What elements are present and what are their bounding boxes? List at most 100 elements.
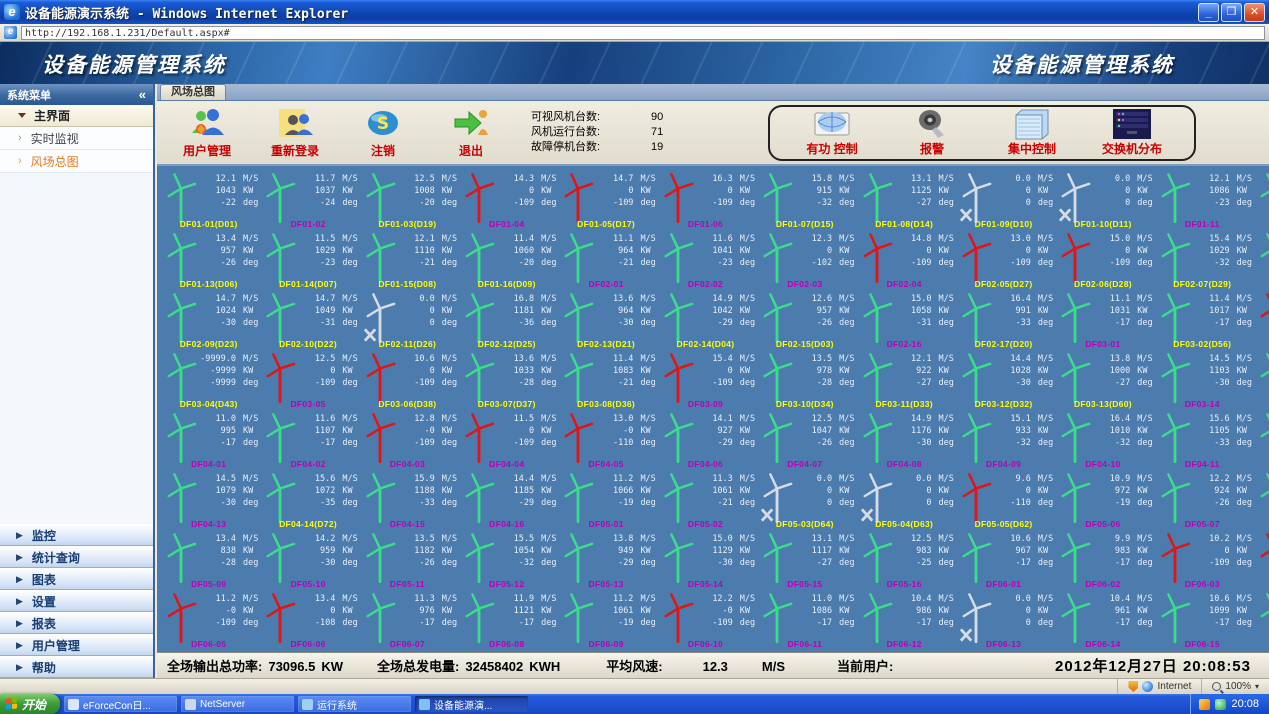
turbine-cell[interactable]: 9.6 M/S 0 KW -110 deg DF05-05(D62): [954, 470, 1053, 530]
sidebar-item-main[interactable]: 主界面: [0, 105, 153, 127]
taskbar-task-button[interactable]: NetServer: [181, 696, 295, 712]
close-button[interactable]: ✕: [1244, 2, 1265, 22]
turbine-cell[interactable]: 12.5 M/S 1008 KW -20 deg DF01-03(D19): [358, 170, 457, 230]
turbine-cell[interactable]: 14.4 M/S 1028 KW -30 deg DF03-12(D32): [954, 350, 1053, 410]
turbine-cell[interactable]: 0.0 M/S 0 KW 0 deg DF05-04(D63): [855, 470, 954, 530]
turbine-cell[interactable]: 11.4 M/S 1083 KW -21 deg DF03-08(D36): [556, 350, 656, 410]
collapse-sidebar-button[interactable]: «: [139, 87, 146, 102]
turbine-cell[interactable]: 15.5 M/S 1054 KW -32 deg DF05-12: [457, 530, 556, 590]
turbine-cell[interactable]: 14.1 M/S 927 KW -29 deg DF04-06: [656, 410, 755, 470]
turbine-cell[interactable]: 14.5 M/S 1079 KW -30 deg DF04-13: [159, 470, 258, 530]
turbine-cell[interactable]: 14.9 M/S 1176 KW -30 deg DF04-08: [855, 410, 954, 470]
turbine-cell[interactable]: 14.7 M/S 0 KW -109 deg DF01-05(D17): [556, 170, 656, 230]
turbine-cell[interactable]: 11.9 M/S 1121 KW -17 deg DF06-08: [457, 590, 556, 650]
url-input[interactable]: http://192.168.1.231/Default.aspx#: [21, 25, 1265, 40]
turbine-cell[interactable]: 12.6 M/S 957 KW -26 deg DF02-15(D03): [755, 290, 855, 350]
zoom-control[interactable]: 100% ▾: [1201, 679, 1269, 694]
start-button[interactable]: 开始: [0, 694, 61, 714]
sidebar-accordion-item[interactable]: ▶ 设置: [0, 590, 153, 612]
turbine-cell[interactable]: 14.1M/S1113KW-29degDF04-12: [1252, 410, 1269, 470]
turbine-cell[interactable]: 15.6 M/S 1105 KW -33 deg DF04-11: [1153, 410, 1252, 470]
turbine-cell[interactable]: 15.0 M/S 1058 KW -31 deg DF02-16: [855, 290, 954, 350]
turbine-cell[interactable]: 15.0 M/S 1129 KW -30 deg DF05-14: [656, 530, 755, 590]
turbine-cell[interactable]: 9.1M/S1023KW-17degDF06-16: [1252, 590, 1269, 650]
turbine-cell[interactable]: 13.1 M/S 1125 KW -27 deg DF01-08(D14): [855, 170, 954, 230]
turbine-cell[interactable]: 16.4 M/S 1010 KW -32 deg DF04-10: [1053, 410, 1153, 470]
sidebar-accordion-item[interactable]: ▶ 用户管理: [0, 634, 153, 656]
turbine-cell[interactable]: 11.4 M/S 1060 KW -20 deg DF01-16(D09): [457, 230, 556, 290]
turbine-cell[interactable]: 16.4 M/S 991 KW -33 deg DF02-17(D20): [954, 290, 1053, 350]
turbine-cell[interactable]: 15.6 M/S 1072 KW -35 deg DF04-14(D72): [258, 470, 358, 530]
turbine-cell[interactable]: 11.7 M/S 1037 KW -24 deg DF01-02: [258, 170, 358, 230]
turbine-cell[interactable]: 10.4 M/S 961 KW -17 deg DF06-14: [1053, 590, 1153, 650]
turbine-cell[interactable]: 12.1 M/S 1110 KW -21 deg DF01-15(D08): [358, 230, 457, 290]
sidebar-accordion-item[interactable]: ▶ 统计查询: [0, 546, 153, 568]
turbine-cell[interactable]: 11.1 M/S 964 KW -21 deg DF02-01: [556, 230, 656, 290]
turbine-cell[interactable]: 9.9 M/S 983 KW -17 deg DF06-02: [1053, 530, 1153, 590]
central-control-button[interactable]: 集中控制: [982, 108, 1082, 157]
logout-sphere-button[interactable]: S 注销: [339, 106, 427, 159]
sidebar-accordion-item[interactable]: ▶ 报表: [0, 612, 153, 634]
turbine-cell[interactable]: 13.8 M/S 949 KW -29 deg DF05-13: [556, 530, 656, 590]
turbine-cell[interactable]: 16.8 M/S 1181 KW -36 deg DF02-12(D25): [457, 290, 556, 350]
turbine-cell[interactable]: 14.5 M/S 1103 KW -30 deg DF03-14: [1153, 350, 1252, 410]
turbine-cell[interactable]: 11.0 M/S 995 KW -17 deg DF04-01: [159, 410, 258, 470]
turbine-cell[interactable]: 13.4 M/S 838 KW -28 deg DF05-09: [159, 530, 258, 590]
turbine-cell[interactable]: 11.2 M/S 1061 KW -19 deg DF06-09: [556, 590, 656, 650]
turbine-cell[interactable]: 12.6M/S944KW-28degDF03-15: [1252, 350, 1269, 410]
turbine-cell[interactable]: 12.5 M/S 1047 KW -26 deg DF04-07: [755, 410, 855, 470]
relogin-users-button[interactable]: 重新登录: [251, 106, 339, 159]
turbine-cell[interactable]: 11.7M/S1KW-109degDF06-04: [1252, 530, 1269, 590]
turbine-cell[interactable]: 13.5 M/S 1182 KW -26 deg DF05-11: [358, 530, 457, 590]
turbine-cell[interactable]: 14.2 M/S 959 KW -30 deg DF05-10: [258, 530, 358, 590]
turbine-cell[interactable]: -9999.0 M/S -9999 KW -9999 deg DF03-04(D43): [159, 350, 258, 410]
turbine-cell[interactable]: 0.0 M/S 0 KW 0 deg DF05-03(D64): [755, 470, 855, 530]
turbine-cell[interactable]: 13.4 M/S 0 KW -108 deg DF06-06: [258, 590, 358, 650]
turbine-cell[interactable]: 11.0 M/S 1086 KW -17 deg DF06-11: [755, 590, 855, 650]
turbine-cell[interactable]: 11.1 M/S 1031 KW -17 deg DF03-01: [1053, 290, 1153, 350]
turbine-cell[interactable]: 12.2 M/S -0 KW -109 deg DF06-10: [656, 590, 755, 650]
taskbar-task-button[interactable]: eForceCon日...: [64, 696, 178, 712]
sidebar-item-realtime-monitor[interactable]: › 实时监视: [0, 127, 153, 150]
turbine-cell[interactable]: 15.1 M/S 933 KW -32 deg DF04-09: [954, 410, 1053, 470]
users-shield-button[interactable]: 用户管理: [163, 106, 251, 159]
maximize-button[interactable]: ❐: [1221, 2, 1242, 22]
turbine-cell[interactable]: 11.9M/S992KW-22degDF01-12(D13): [1252, 170, 1269, 230]
turbine-cell[interactable]: 13.0 M/S 0 KW -109 deg DF02-05(D27): [954, 230, 1053, 290]
taskbar-task-button[interactable]: 设备能源演...: [415, 696, 529, 712]
turbine-cell[interactable]: 13.8 M/S 1000 KW -27 deg DF03-13(D60): [1053, 350, 1153, 410]
turbine-cell[interactable]: 13.4 M/S 957 KW -26 deg DF01-13(D06): [159, 230, 258, 290]
turbine-cell[interactable]: 11.3 M/S 976 KW -17 deg DF06-07: [358, 590, 457, 650]
turbine-cell[interactable]: 0.0 M/S 0 KW 0 deg DF01-10(D11): [1053, 170, 1153, 230]
turbine-cell[interactable]: 0.0 M/S 0 KW 0 deg DF01-09(D10): [954, 170, 1053, 230]
turbine-cell[interactable]: 14.7 M/S 1024 KW -30 deg DF02-09(D23): [159, 290, 258, 350]
turbine-cell[interactable]: 13.6M/S1077KW-26degDF02-08: [1252, 230, 1269, 290]
sidebar-accordion-item[interactable]: ▶ 监控: [0, 524, 153, 546]
switch-rack-button[interactable]: 交换机分布: [1082, 108, 1182, 157]
turbine-cell[interactable]: 15.4 M/S 0 KW -109 deg DF03-09: [656, 350, 755, 410]
sidebar-item-wind-farm-overview[interactable]: › 风场总图: [0, 150, 153, 173]
turbine-cell[interactable]: 12.6M/S0KW-109degDF03-03(D55): [1252, 290, 1269, 350]
turbine-cell[interactable]: 11.5 M/S 1029 KW -23 deg DF01-14(D07): [258, 230, 358, 290]
turbine-cell[interactable]: 12.2M/S1005KW-24degDF05-08: [1252, 470, 1269, 530]
turbine-cell[interactable]: 11.6 M/S 1041 KW -23 deg DF02-02: [656, 230, 755, 290]
turbine-cell[interactable]: 12.3 M/S 0 KW -102 deg DF02-03: [755, 230, 855, 290]
turbine-cell[interactable]: 0.0 M/S 0 KW 0 deg DF06-13: [954, 590, 1053, 650]
turbine-cell[interactable]: 13.1 M/S 1117 KW -27 deg DF05-15: [755, 530, 855, 590]
turbine-cell[interactable]: 14.4 M/S 1185 KW -29 deg DF04-16: [457, 470, 556, 530]
turbine-cell[interactable]: 13.5 M/S 978 KW -28 deg DF03-10(D34): [755, 350, 855, 410]
turbine-cell[interactable]: 12.1 M/S 922 KW -27 deg DF03-11(D33): [855, 350, 954, 410]
turbine-cell[interactable]: 13.0 M/S -0 KW -110 deg DF04-05: [556, 410, 656, 470]
turbine-cell[interactable]: 11.2 M/S 1066 KW -19 deg DF05-01: [556, 470, 656, 530]
turbine-cell[interactable]: 10.6 M/S 967 KW -17 deg DF06-01: [954, 530, 1053, 590]
turbine-cell[interactable]: 11.6 M/S 1107 KW -17 deg DF04-02: [258, 410, 358, 470]
turbine-cell[interactable]: 15.8 M/S 915 KW -32 deg DF01-07(D15): [755, 170, 855, 230]
turbine-cell[interactable]: 13.6 M/S 1033 KW -28 deg DF03-07(D37): [457, 350, 556, 410]
turbine-cell[interactable]: 14.3 M/S 0 KW -109 deg DF01-04: [457, 170, 556, 230]
turbine-cell[interactable]: 14.9 M/S 1042 KW -29 deg DF02-14(D04): [656, 290, 755, 350]
turbine-cell[interactable]: 11.2 M/S -0 KW -109 deg DF06-05: [159, 590, 258, 650]
turbine-cell[interactable]: 11.5 M/S 0 KW -109 deg DF04-04: [457, 410, 556, 470]
turbine-cell[interactable]: 10.9 M/S 972 KW -19 deg DF05-06: [1053, 470, 1153, 530]
turbine-cell[interactable]: 14.7 M/S 1049 KW -31 deg DF02-10(D22): [258, 290, 358, 350]
power-control-button[interactable]: 有功 控制: [782, 108, 882, 157]
